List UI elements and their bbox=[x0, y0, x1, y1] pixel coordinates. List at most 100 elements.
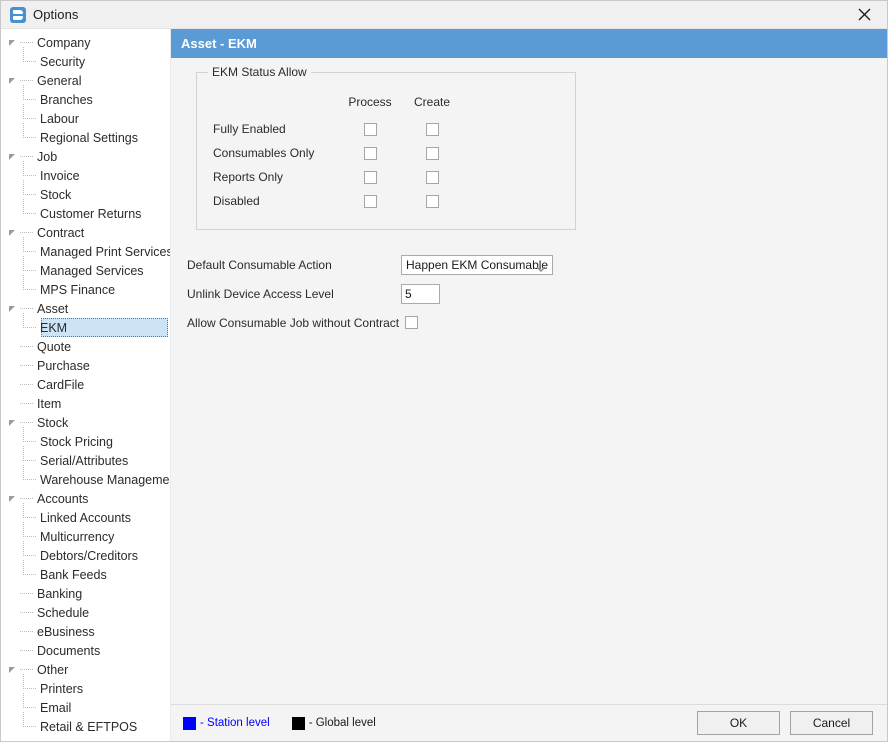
tree-connector bbox=[23, 508, 39, 527]
sidebar-item-label: Linked Accounts bbox=[39, 511, 131, 525]
sidebar-item-documents[interactable]: Documents bbox=[1, 641, 170, 660]
tree-connector bbox=[23, 261, 39, 280]
sidebar-item-stock[interactable]: Stock bbox=[1, 185, 170, 204]
checkbox-disabled-create[interactable] bbox=[426, 195, 439, 208]
expander-collapse-icon[interactable] bbox=[7, 33, 20, 52]
sidebar-item-serial-attributes[interactable]: Serial/Attributes bbox=[1, 451, 170, 470]
expander-collapse-icon[interactable] bbox=[7, 489, 20, 508]
close-icon[interactable] bbox=[842, 1, 887, 28]
sidebar-item-bank-feeds[interactable]: Bank Feeds bbox=[1, 565, 170, 584]
sidebar-item-branches[interactable]: Branches bbox=[1, 90, 170, 109]
sidebar-item-banking[interactable]: Banking bbox=[1, 584, 170, 603]
sidebar-item-label: Branches bbox=[39, 93, 93, 107]
sidebar-item-purchase[interactable]: Purchase bbox=[1, 356, 170, 375]
tree-indent bbox=[7, 375, 20, 394]
sidebar-item-debtors-creditors[interactable]: Debtors/Creditors bbox=[1, 546, 170, 565]
sidebar-item-customer-returns[interactable]: Customer Returns bbox=[1, 204, 170, 223]
sidebar-item-cardfile[interactable]: CardFile bbox=[1, 375, 170, 394]
sidebar-item-label: Warehouse Management bbox=[39, 473, 171, 487]
legend-global-level: - Global level bbox=[292, 717, 376, 730]
sidebar-item-label: Multicurrency bbox=[39, 530, 114, 544]
sidebar-item-asset[interactable]: Asset bbox=[1, 299, 170, 318]
unlink-device-access-level-value: 5 bbox=[405, 287, 412, 301]
tree-connector bbox=[23, 470, 39, 489]
tree-connector bbox=[20, 584, 36, 603]
sidebar-item-warehouse-management[interactable]: Warehouse Management bbox=[1, 470, 170, 489]
sidebar-item-linked-accounts[interactable]: Linked Accounts bbox=[1, 508, 170, 527]
page-content: EKM Status Allow Process Create Fully En… bbox=[171, 58, 887, 704]
sidebar-item-job[interactable]: Job bbox=[1, 147, 170, 166]
checkbox-reports-only-process[interactable] bbox=[364, 171, 377, 184]
sidebar-item-label: Bank Feeds bbox=[39, 568, 107, 582]
sidebar-item-label: Banking bbox=[36, 587, 82, 601]
tree-connector bbox=[23, 527, 39, 546]
sidebar-item-managed-print-services[interactable]: Managed Print Services bbox=[1, 242, 170, 261]
default-consumable-action-select[interactable]: Happen EKM Consumable bbox=[401, 255, 553, 275]
expander-collapse-icon[interactable] bbox=[7, 223, 20, 242]
sidebar-item-label: Quote bbox=[36, 340, 71, 354]
tree-connector bbox=[23, 717, 39, 736]
tree-connector bbox=[23, 565, 39, 584]
checkbox-consumables-only-process[interactable] bbox=[364, 147, 377, 160]
tree-connector bbox=[23, 242, 39, 261]
sidebar-item-multicurrency[interactable]: Multicurrency bbox=[1, 527, 170, 546]
form-fields: Default Consumable Action Happen EKM Con… bbox=[187, 250, 747, 337]
unlink-device-access-level-input[interactable]: 5 bbox=[401, 284, 440, 304]
status-row-label: Disabled bbox=[211, 189, 339, 213]
column-header-process: Process bbox=[339, 95, 401, 117]
sidebar-item-stock-pricing[interactable]: Stock Pricing bbox=[1, 432, 170, 451]
expander-collapse-icon[interactable] bbox=[7, 147, 20, 166]
status-cell-process bbox=[339, 141, 401, 165]
sidebar-item-label: Debtors/Creditors bbox=[39, 549, 138, 563]
table-row: Reports Only bbox=[211, 165, 463, 189]
sidebar-item-contract[interactable]: Contract bbox=[1, 223, 170, 242]
checkbox-reports-only-create[interactable] bbox=[426, 171, 439, 184]
ok-button[interactable]: OK bbox=[697, 711, 780, 735]
sidebar-item-label: Item bbox=[36, 397, 61, 411]
sidebar-item-retail-eftpos[interactable]: Retail & EFTPOS bbox=[1, 717, 170, 736]
tree-connector bbox=[23, 432, 39, 451]
sidebar-item-mps-finance[interactable]: MPS Finance bbox=[1, 280, 170, 299]
sidebar-item-email[interactable]: Email bbox=[1, 698, 170, 717]
sidebar-item-stock[interactable]: Stock bbox=[1, 413, 170, 432]
sidebar-item-label: Purchase bbox=[36, 359, 90, 373]
settings-tree[interactable]: Company Security General Branches LabourRegi… bbox=[1, 29, 171, 741]
tree-connector bbox=[23, 185, 39, 204]
sidebar-item-schedule[interactable]: Schedule bbox=[1, 603, 170, 622]
cancel-button[interactable]: Cancel bbox=[790, 711, 873, 735]
sidebar-item-regional-settings[interactable]: Regional Settings bbox=[1, 128, 170, 147]
sidebar-item-item[interactable]: Item bbox=[1, 394, 170, 413]
expander-collapse-icon[interactable] bbox=[7, 299, 20, 318]
sidebar-item-quote[interactable]: Quote bbox=[1, 337, 170, 356]
expander-collapse-icon[interactable] bbox=[7, 413, 20, 432]
checkbox-fully-enabled-create[interactable] bbox=[426, 123, 439, 136]
checkbox-disabled-process[interactable] bbox=[364, 195, 377, 208]
sidebar-item-managed-services[interactable]: Managed Services bbox=[1, 261, 170, 280]
sidebar-item-label: Retail & EFTPOS bbox=[39, 720, 137, 734]
field-row-allow-consumable-job: Allow Consumable Job without Contract bbox=[187, 308, 747, 337]
sidebar-item-security[interactable]: Security bbox=[1, 52, 170, 71]
sidebar-item-labour[interactable]: Labour bbox=[1, 109, 170, 128]
sidebar-item-ekm[interactable]: EKM bbox=[1, 318, 170, 337]
default-consumable-action-value: Happen EKM Consumable bbox=[406, 258, 548, 272]
sidebar-item-invoice[interactable]: Invoice bbox=[1, 166, 170, 185]
sidebar-item-general[interactable]: General bbox=[1, 71, 170, 90]
tree-connector bbox=[23, 679, 39, 698]
checkbox-consumables-only-create[interactable] bbox=[426, 147, 439, 160]
status-cell-process bbox=[339, 117, 401, 141]
tree-connector bbox=[20, 641, 36, 660]
checkbox-fully-enabled-process[interactable] bbox=[364, 123, 377, 136]
sidebar-item-accounts[interactable]: Accounts bbox=[1, 489, 170, 508]
column-header-create: Create bbox=[401, 95, 463, 117]
sidebar-item-ebusiness[interactable]: eBusiness bbox=[1, 622, 170, 641]
tree-indent bbox=[7, 641, 20, 660]
expander-collapse-icon[interactable] bbox=[7, 660, 20, 679]
sidebar-item-printers[interactable]: Printers bbox=[1, 679, 170, 698]
sidebar-item-other[interactable]: Other bbox=[1, 660, 170, 679]
sidebar-item-company[interactable]: Company bbox=[1, 33, 170, 52]
sidebar-item-label: Security bbox=[39, 55, 85, 69]
sidebar-item-label: CardFile bbox=[36, 378, 84, 392]
allow-consumable-job-checkbox[interactable] bbox=[405, 316, 418, 329]
expander-collapse-icon[interactable] bbox=[7, 71, 20, 90]
tree-connector bbox=[23, 128, 39, 147]
